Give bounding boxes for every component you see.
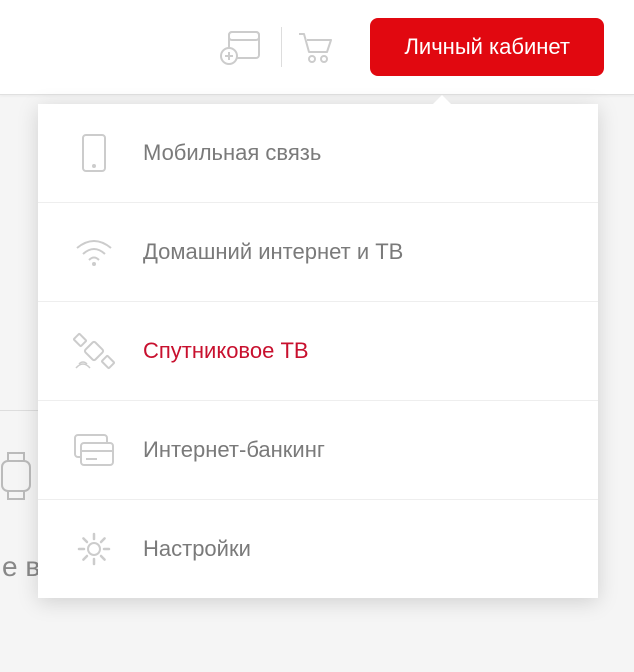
top-bar: Личный кабинет: [0, 0, 634, 95]
wifi-icon: [73, 231, 115, 273]
satellite-icon: [73, 330, 115, 372]
menu-item-satellite-tv[interactable]: Спутниковое ТВ: [38, 302, 598, 401]
background-partial-text: е в: [0, 551, 40, 583]
phone-icon: [73, 132, 115, 174]
account-dropdown-menu: Мобильная связь Домашний интернет и ТВ С…: [38, 104, 598, 598]
wallet-add-button[interactable]: [216, 22, 266, 72]
divider: [281, 27, 282, 67]
dropdown-arrow: [430, 95, 454, 107]
background-watch-icon: [0, 451, 36, 501]
menu-item-settings[interactable]: Настройки: [38, 500, 598, 598]
menu-item-label: Интернет-банкинг: [143, 437, 325, 463]
card-icon: [73, 429, 115, 471]
menu-item-label: Настройки: [143, 536, 251, 562]
wallet-add-icon: [219, 28, 263, 66]
cart-icon: [295, 28, 335, 66]
account-button[interactable]: Личный кабинет: [370, 18, 604, 76]
menu-item-label: Спутниковое ТВ: [143, 338, 309, 364]
cart-button[interactable]: [290, 22, 340, 72]
menu-item-home-internet[interactable]: Домашний интернет и ТВ: [38, 203, 598, 302]
menu-item-label: Домашний интернет и ТВ: [143, 239, 403, 265]
menu-item-label: Мобильная связь: [143, 140, 321, 166]
menu-item-mobile[interactable]: Мобильная связь: [38, 104, 598, 203]
gear-icon: [73, 528, 115, 570]
menu-item-banking[interactable]: Интернет-банкинг: [38, 401, 598, 500]
background-content: е в: [0, 400, 40, 583]
